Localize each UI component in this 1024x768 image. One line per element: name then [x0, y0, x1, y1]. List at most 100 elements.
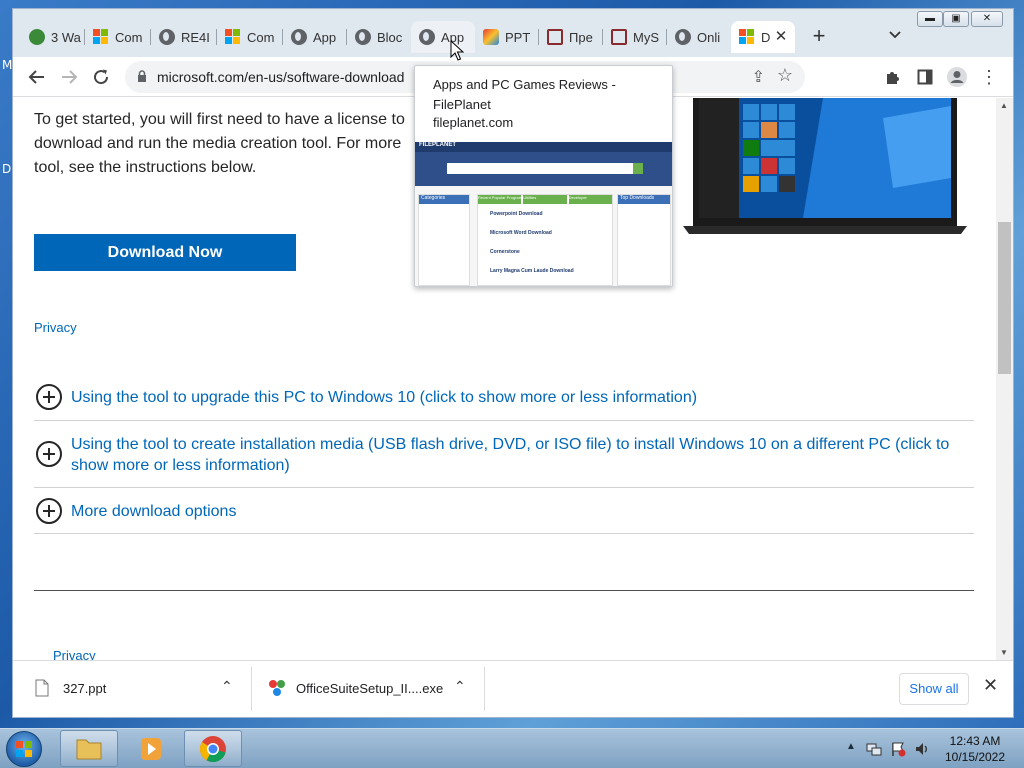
url-text: microsoft.com/en-us/software-download — [157, 69, 405, 85]
clock-date[interactable]: 10/15/2022 — [940, 750, 1010, 764]
preview-main: Recent Popular Programs Utilities Develo… — [477, 194, 613, 286]
desktop-edge-letter: D — [2, 162, 12, 176]
windows-laptop-image — [683, 98, 967, 234]
expand-plus-icon[interactable] — [36, 441, 62, 467]
tab-title: Com — [115, 29, 143, 45]
preview-top-downloads: Top Downloads — [617, 194, 671, 286]
new-tab-button[interactable]: + — [807, 25, 831, 49]
lock-icon — [138, 70, 146, 82]
close-window-button[interactable]: ✕ — [971, 11, 1003, 27]
vertical-scrollbar[interactable]: ▲ ▼ — [996, 98, 1013, 660]
scrollbar-thumb[interactable] — [998, 222, 1011, 374]
back-arrow-icon[interactable] — [25, 65, 49, 89]
accordion-label[interactable]: Using the tool to create installation me… — [71, 434, 961, 476]
officesuite-installer-icon — [269, 680, 285, 696]
forward-arrow-icon[interactable] — [57, 65, 81, 89]
tab-title: RE4I — [181, 29, 210, 45]
microsoft-logo-icon — [225, 29, 241, 45]
tab-title: 3 Wa — [51, 29, 81, 45]
accordion-label[interactable]: Using the tool to upgrade this PC to Win… — [71, 387, 697, 408]
profile-avatar-icon[interactable] — [945, 65, 969, 89]
close-downloads-icon[interactable]: ✕ — [983, 675, 998, 696]
tab-8[interactable]: PPT — [475, 21, 539, 53]
maximize-button[interactable]: ▣ — [943, 11, 969, 27]
mouse-cursor-icon — [450, 40, 464, 61]
folder-icon — [76, 739, 102, 760]
privacy-link-footer[interactable]: Privacy — [53, 648, 96, 660]
footer-divider — [34, 590, 974, 591]
download-filename: 327.ppt — [63, 681, 107, 696]
downloads-bar: 327.ppt ⌃ OfficeSuiteSetup_II....exe ⌃ S… — [13, 660, 1013, 717]
media-player-icon — [141, 738, 161, 760]
accordion-label[interactable]: More download options — [71, 501, 236, 522]
tab-12-active[interactable]: D ✕ — [731, 21, 795, 53]
expand-plus-icon[interactable] — [36, 498, 62, 524]
preview-search-bar — [447, 163, 643, 174]
download-item-ppt[interactable]: 327.ppt ⌃ — [13, 661, 251, 717]
extensions-puzzle-icon[interactable] — [881, 65, 905, 89]
tab-4[interactable]: Com — [217, 21, 283, 53]
accordion-installation-media[interactable]: Using the tool to create installation me… — [34, 421, 974, 488]
scroll-up-arrow-icon[interactable]: ▲ — [1000, 101, 1008, 110]
microsoft-logo-icon — [93, 29, 109, 45]
side-panel-icon[interactable] — [913, 65, 937, 89]
presentation-icon — [611, 29, 627, 45]
tab-title: PPT — [505, 29, 531, 45]
tab-1[interactable]: 3 Wa — [21, 21, 85, 53]
download-item-exe[interactable]: OfficeSuiteSetup_II....exe ⌃ — [252, 661, 484, 717]
hover-card-preview: FILEPLANET Categories Recent Popular Pro… — [415, 142, 672, 286]
menu-kebab-icon[interactable]: ⋮ — [977, 65, 1001, 89]
privacy-link[interactable]: Privacy — [34, 320, 77, 335]
download-filename: OfficeSuiteSetup_II....exe — [296, 681, 444, 696]
download-now-button[interactable]: Download Now — [34, 234, 296, 271]
tray-overflow-arrow-icon[interactable]: ▲ — [846, 741, 856, 752]
expand-plus-icon[interactable] — [36, 384, 62, 410]
microsoft-logo-icon — [739, 29, 755, 45]
tab-2[interactable]: Com — [85, 21, 151, 53]
action-center-flag-icon[interactable] — [890, 741, 906, 757]
hover-card-title: Apps and PC Games Reviews - FilePlanet — [433, 77, 616, 112]
show-all-button[interactable]: Show all — [899, 673, 969, 705]
taskbar-chrome[interactable] — [184, 730, 242, 767]
tab-title: App — [313, 29, 337, 45]
browser-window: 3 Wa Com RE4I Com App Bloc App PPT Пре M… — [12, 8, 1014, 718]
chevron-up-icon[interactable]: ⌃ — [221, 678, 233, 695]
globe-icon — [291, 29, 307, 45]
reload-icon[interactable] — [89, 65, 113, 89]
taskbar-media-player[interactable] — [122, 730, 178, 767]
tab-6[interactable]: Bloc — [347, 21, 411, 53]
minimize-button[interactable]: ▬ — [917, 11, 943, 27]
presentation-icon — [547, 29, 563, 45]
preview-sidebar: Categories — [418, 194, 470, 286]
tab-3[interactable]: RE4I — [151, 21, 217, 53]
tab-5[interactable]: App — [283, 21, 347, 53]
accordion-more-download-options[interactable]: More download options — [34, 488, 974, 534]
taskbar-explorer[interactable] — [60, 730, 118, 767]
network-icon[interactable] — [866, 741, 882, 757]
green-app-icon — [29, 29, 45, 45]
accordion-upgrade-pc[interactable]: Using the tool to upgrade this PC to Win… — [34, 374, 974, 421]
tab-title: Bloc — [377, 29, 403, 45]
scroll-down-arrow-icon[interactable]: ▼ — [1000, 648, 1008, 657]
globe-icon — [355, 29, 371, 45]
tab-9[interactable]: Пре — [539, 21, 603, 53]
chrome-icon — [199, 736, 226, 763]
file-icon — [35, 679, 49, 697]
bookmark-star-icon[interactable]: ☆ — [777, 65, 793, 86]
hover-card-domain: fileplanet.com — [433, 115, 514, 130]
volume-speaker-icon[interactable] — [914, 741, 930, 757]
tab-10[interactable]: MyS — [603, 21, 667, 53]
tab-7[interactable]: App — [411, 21, 475, 53]
globe-icon — [159, 29, 175, 45]
tab-search-chevron-icon[interactable] — [885, 27, 905, 47]
clock-time[interactable]: 12:43 AM — [940, 734, 1010, 748]
chevron-up-icon[interactable]: ⌃ — [454, 678, 466, 695]
share-icon[interactable]: ⇪ — [752, 67, 765, 87]
tab-strip: 3 Wa Com RE4I Com App Bloc App PPT Пре M… — [13, 9, 1013, 57]
start-button[interactable] — [6, 731, 42, 767]
preview-brand: FILEPLANET — [419, 142, 456, 148]
tab-close-icon[interactable]: ✕ — [773, 29, 789, 45]
tab-title: Com — [247, 29, 275, 45]
tab-hover-card: Apps and PC Games Reviews - FilePlanet f… — [414, 65, 673, 287]
tab-11[interactable]: Onli — [667, 21, 731, 53]
